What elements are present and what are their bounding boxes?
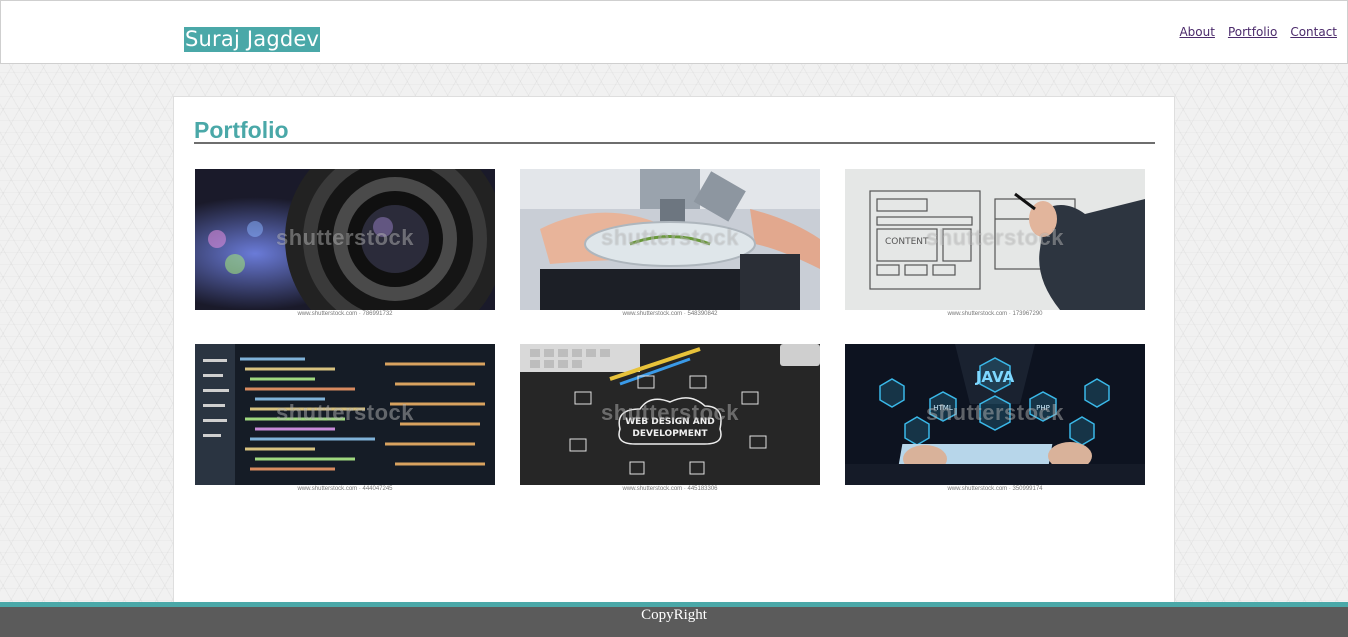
java-label: JAVA <box>975 368 1015 386</box>
image-watermark: shutterstock <box>600 400 740 425</box>
gallery-item-source-code[interactable]: shutterstock www.shutterstock.com · 4440… <box>195 344 495 494</box>
image-credit: www.shutterstock.com · 548390842 <box>520 310 820 319</box>
copyright-text: CopyRight <box>641 607 707 623</box>
gallery-item-microscope[interactable]: shutterstock www.shutterstock.com · 5483… <box>520 169 820 319</box>
image-credit: www.shutterstock.com · 444047245 <box>195 485 495 494</box>
chalk-title-line2: DEVELOPMENT <box>632 429 708 439</box>
image-watermark: shutterstock <box>600 225 740 250</box>
site-header: Suraj Jagdev About Portfolio Contact <box>0 0 1348 64</box>
image-watermark: shutterstock <box>275 225 415 250</box>
gallery-item-camera-lens[interactable]: shutterstock www.shutterstock.com · 7869… <box>195 169 495 319</box>
gallery-item-wireframe[interactable]: CONTENT shutterstock www.shutterstock.co… <box>845 169 1145 319</box>
main-nav: About Portfolio Contact <box>1179 25 1337 39</box>
portfolio-gallery: shutterstock www.shutterstock.com · 7869… <box>195 169 1145 494</box>
nav-link-about[interactable]: About <box>1179 25 1214 39</box>
gallery-item-java[interactable]: JAVA HTML PHP shutterstock www.shutterst… <box>845 344 1145 494</box>
image-watermark: shutterstock <box>925 225 1065 250</box>
image-credit: www.shutterstock.com · 445183306 <box>520 485 820 494</box>
site-footer: CopyRight <box>0 607 1348 637</box>
portfolio-panel: Portfolio shutterstock www.shutterstock.… <box>173 96 1175 608</box>
gallery-item-web-design[interactable]: WEB DESIGN AND DEVELOPMENT shutterstock <box>520 344 820 494</box>
title-divider <box>194 142 1155 144</box>
image-credit: www.shutterstock.com · 350999174 <box>845 485 1145 494</box>
page-title: Portfolio <box>194 117 289 143</box>
image-credit: www.shutterstock.com · 173967290 <box>845 310 1145 319</box>
image-watermark: shutterstock <box>925 400 1065 425</box>
image-credit: www.shutterstock.com · 786991732 <box>195 310 495 319</box>
site-brand[interactable]: Suraj Jagdev <box>184 27 321 52</box>
image-watermark: shutterstock <box>275 400 415 425</box>
nav-link-portfolio[interactable]: Portfolio <box>1228 25 1277 39</box>
nav-link-contact[interactable]: Contact <box>1290 25 1337 39</box>
